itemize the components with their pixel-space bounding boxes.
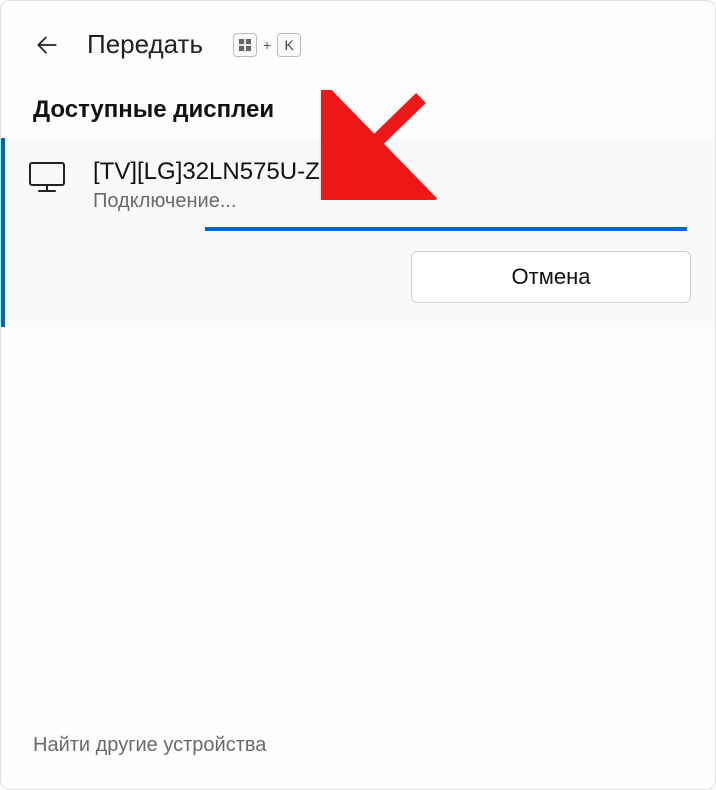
back-button[interactable]	[33, 31, 61, 59]
k-key: K	[277, 33, 301, 57]
progress-fill	[205, 227, 687, 231]
monitor-icon	[29, 162, 65, 192]
device-status: Подключение...	[93, 190, 691, 213]
arrow-left-icon	[34, 32, 60, 58]
section-title: Доступные дисплеи	[1, 78, 715, 138]
windows-key-icon	[233, 33, 257, 57]
shortcut-hint: + K	[233, 33, 301, 57]
header: Передать + K	[1, 1, 715, 78]
device-item[interactable]: [TV][LG]32LN575U-ZE Подключение... Отмен…	[1, 138, 715, 327]
spacer	[1, 327, 715, 734]
plus-icon: +	[263, 37, 271, 53]
device-name: [TV][LG]32LN575U-ZE	[93, 158, 691, 186]
progress-bar	[205, 227, 687, 231]
page-title: Передать	[87, 29, 203, 60]
find-other-devices-link[interactable]: Найти другие устройства	[1, 734, 715, 789]
cancel-button[interactable]: Отмена	[411, 251, 691, 303]
